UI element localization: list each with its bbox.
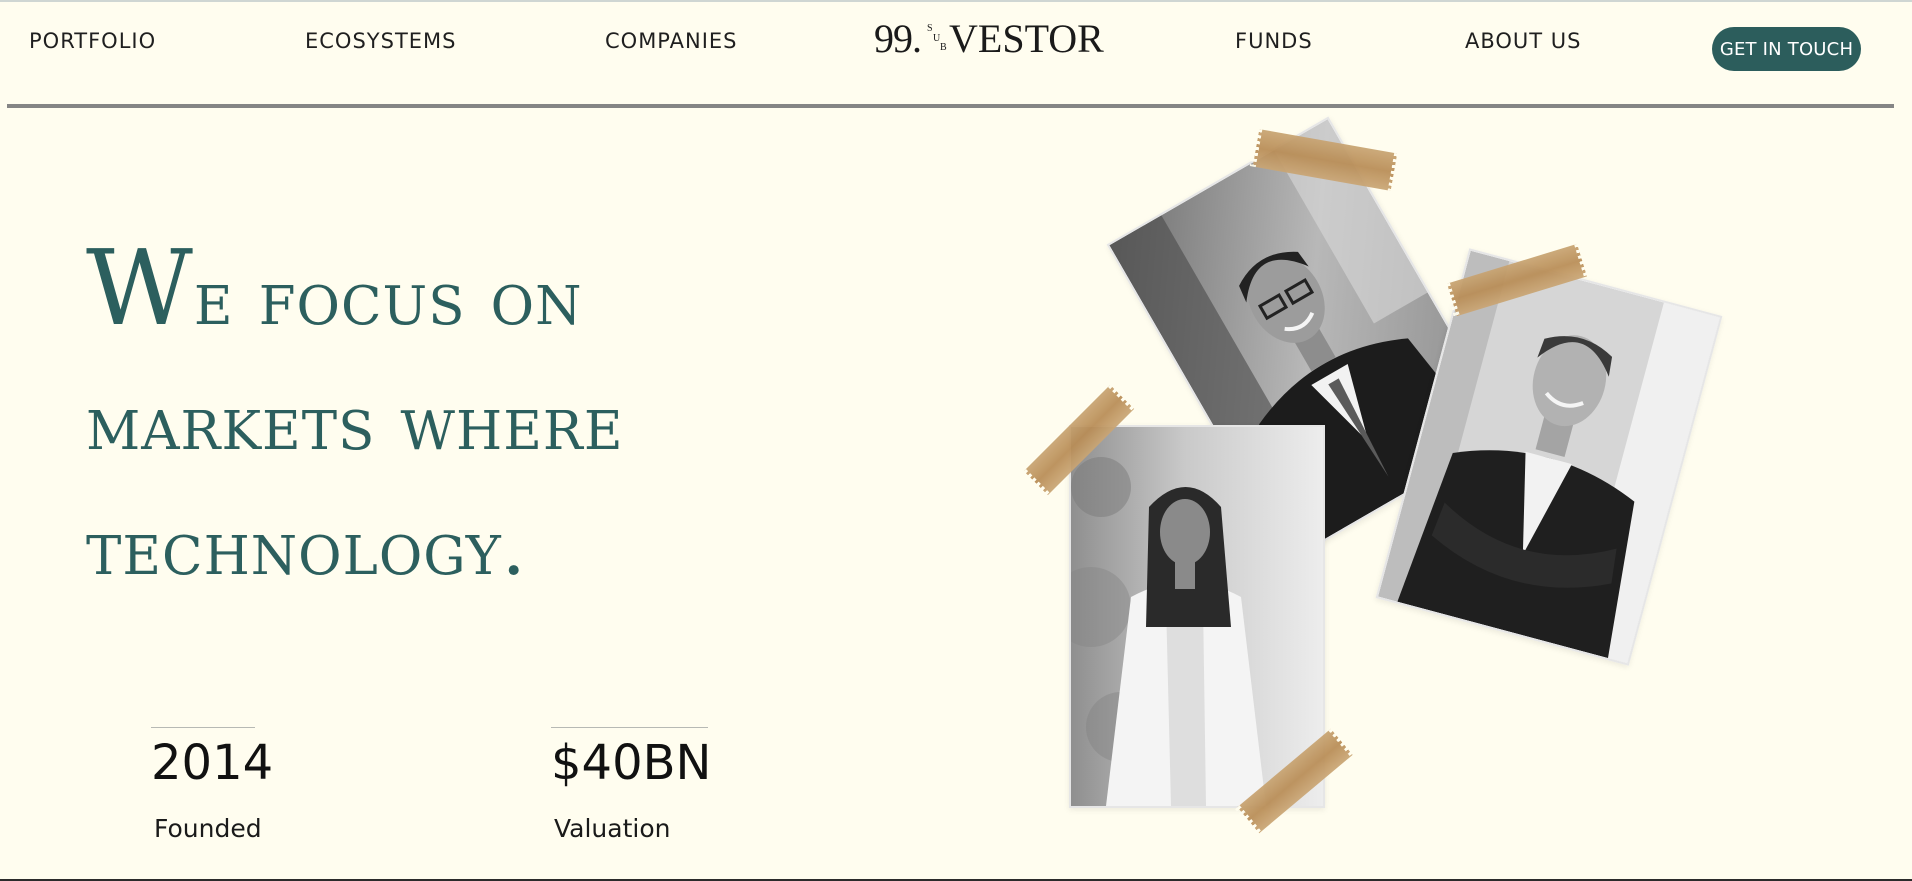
logo-word: VESTOR [949, 16, 1104, 61]
hero-title-line-1: We focus on [86, 226, 906, 360]
header-divider [7, 104, 1894, 108]
nav-companies[interactable]: COMPANIES [605, 28, 738, 54]
hero-title-line-2: markets where [86, 378, 624, 467]
stat-rule [151, 727, 255, 728]
nav-portfolio[interactable]: PORTFOLIO [29, 28, 156, 54]
stat-value: 2014 [151, 735, 274, 791]
logo-sub-letter-s: S [927, 23, 933, 34]
get-in-touch-button[interactable]: GET IN TOUCH [1712, 27, 1861, 71]
photo-woman-white-blazer-image [1071, 427, 1323, 806]
top-border [0, 0, 1912, 2]
hero-title-line-1-rest: e focus on [193, 253, 583, 342]
logo-sub-letters: S U B [921, 18, 949, 60]
stat-founded: 2014 Founded [151, 727, 274, 844]
nav-funds[interactable]: FUNDS [1235, 28, 1313, 54]
stat-rule [551, 727, 708, 728]
nav-ecosystems[interactable]: ECOSYSTEMS [305, 28, 457, 54]
stat-valuation: $40BN Valuation [551, 727, 712, 844]
logo-sub-letter-b: B [940, 42, 947, 53]
photo-woman-white-blazer [1069, 425, 1325, 808]
stat-label: Founded [154, 814, 262, 843]
stat-value: $40BN [551, 735, 712, 791]
hero-title-lead: W [86, 227, 194, 349]
stat-label: Valuation [554, 814, 671, 843]
hero-title-line-3: technology. [86, 503, 527, 592]
nav-about-us[interactable]: ABOUT US [1465, 28, 1582, 54]
site-logo[interactable]: 99. S U B VESTOR [874, 18, 1104, 60]
logo-number: 99. [874, 16, 922, 61]
hero-title: We focus on markets where technology. [86, 226, 906, 610]
